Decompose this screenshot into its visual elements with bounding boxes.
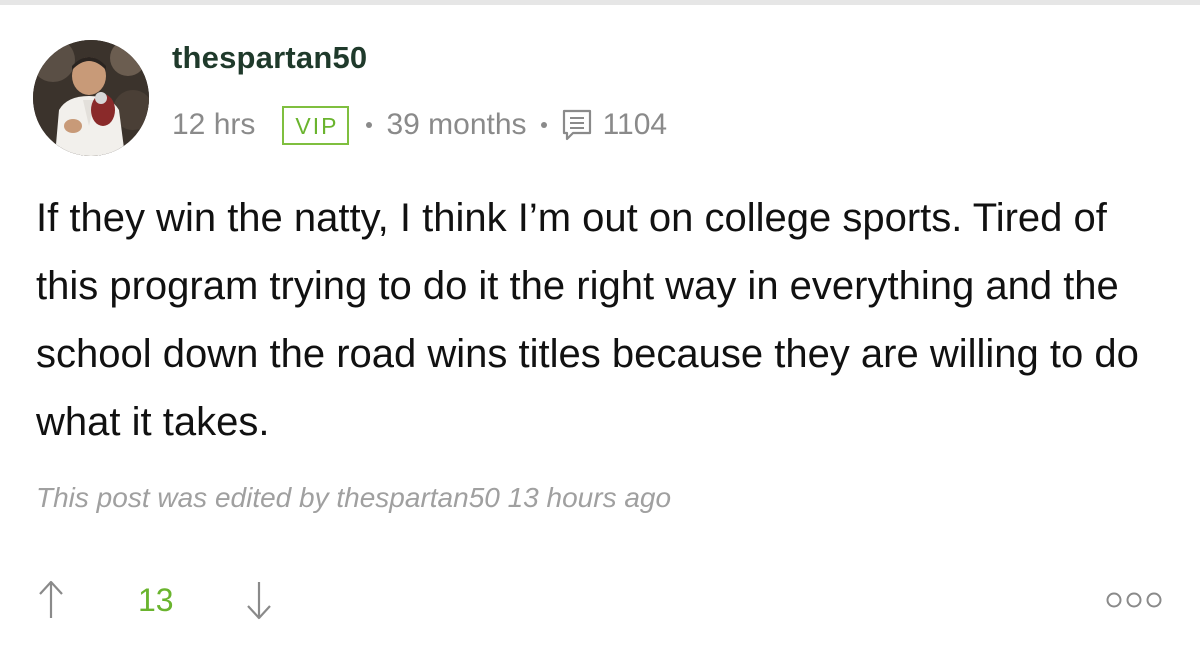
member-tenure: 39 months	[386, 108, 527, 141]
message-count-icon	[561, 108, 593, 142]
more-options-button[interactable]	[1104, 590, 1164, 610]
more-options-icon	[1106, 592, 1162, 608]
vote-score: 13	[138, 582, 174, 618]
downvote-button[interactable]	[244, 578, 274, 622]
arrow-down-icon	[247, 582, 271, 620]
avatar-image	[33, 40, 149, 156]
arrow-up-icon	[39, 580, 63, 618]
avatar[interactable]	[33, 40, 149, 156]
post-body: If they win the natty, I think I’m out o…	[36, 196, 1139, 444]
vip-badge: VIP	[282, 105, 350, 145]
forum-post: thespartan50 12 hrs VIP 39 months 1104 I…	[0, 0, 1200, 662]
post-time: 12 hrs	[172, 108, 256, 141]
post-actions: 13	[0, 570, 1200, 630]
upvote-button[interactable]	[36, 578, 66, 622]
separator-dot	[540, 122, 547, 128]
separator-dot	[366, 122, 373, 128]
username[interactable]: thespartan50	[172, 40, 367, 76]
edited-note: This post was edited by thespartan50 13 …	[36, 482, 672, 513]
post-count: 1104	[602, 108, 668, 141]
post-meta: 12 hrs VIP 39 months 1104	[172, 102, 667, 148]
